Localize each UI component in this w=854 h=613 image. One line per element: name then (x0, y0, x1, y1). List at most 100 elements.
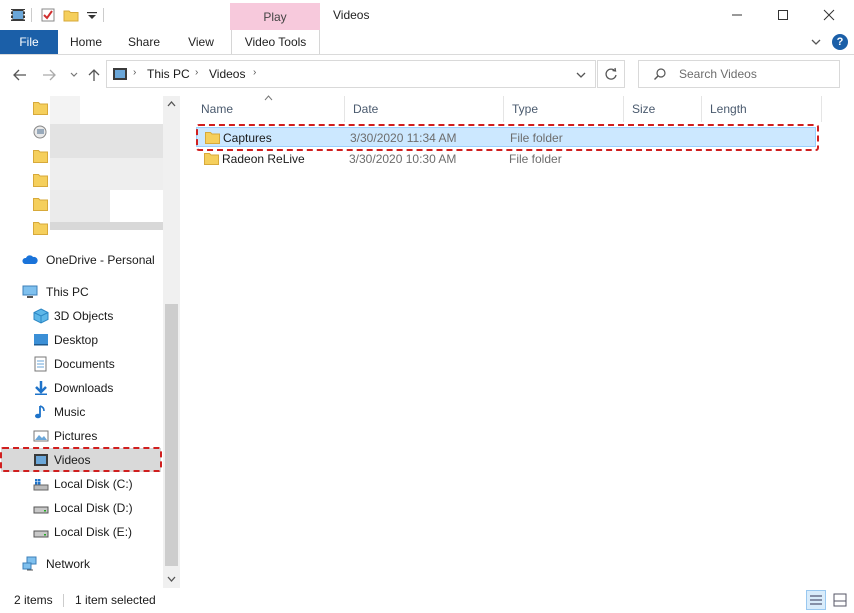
breadcrumb-this-pc[interactable]: This PC (147, 67, 190, 81)
column-header-size[interactable]: Size (624, 96, 702, 122)
arrow-up-icon (88, 69, 100, 81)
folder-icon (204, 153, 219, 165)
address-bar[interactable]: › This PC › Videos › (106, 60, 596, 88)
up-button[interactable] (86, 67, 102, 83)
large-icons-icon (833, 593, 847, 607)
tab-view[interactable]: View (178, 30, 224, 54)
video-folder-icon (11, 9, 25, 21)
cube-icon (33, 308, 49, 324)
nav-item-label: Local Disk (C:) (54, 477, 133, 491)
help-icon[interactable]: ? (832, 34, 848, 50)
arrow-left-icon (13, 69, 26, 81)
folder-icon (33, 150, 48, 163)
close-button[interactable] (806, 0, 852, 30)
redacted-area (50, 190, 110, 222)
column-header-type[interactable]: Type (504, 96, 624, 122)
maximize-icon (778, 10, 788, 20)
nav-item-documents[interactable]: Documents (0, 352, 160, 376)
breadcrumb-videos[interactable]: Videos (209, 67, 245, 81)
nav-item-label: 3D Objects (54, 309, 114, 323)
scrollbar-thumb[interactable] (165, 304, 178, 566)
context-tab-play[interactable]: Play (230, 3, 320, 30)
nav-item-label: OneDrive - Personal (46, 253, 155, 267)
column-header-date[interactable]: Date (345, 96, 504, 122)
redacted-area (50, 158, 165, 190)
highlight-videos (0, 447, 162, 472)
redacted-area (50, 124, 165, 158)
large-icons-view-button[interactable] (830, 590, 850, 610)
video-folder-icon (113, 68, 127, 80)
nav-item-downloads[interactable]: Downloads (0, 376, 160, 400)
drive-icon (33, 506, 49, 514)
tab-video-tools[interactable]: Video Tools (231, 30, 320, 54)
search-input[interactable] (679, 66, 829, 82)
nav-item-label: Desktop (54, 333, 99, 347)
nav-item-pictures[interactable]: Pictures (0, 424, 160, 448)
navigation-pane: OneDrive - Personal This PC 3D Objects D… (0, 96, 180, 588)
refresh-icon (605, 67, 617, 80)
customize-toolbar-icon[interactable] (84, 7, 100, 23)
details-view-button[interactable] (806, 590, 826, 610)
forward-button[interactable] (41, 67, 57, 83)
nav-item-label: Network (46, 557, 91, 571)
scroll-up-icon[interactable] (167, 100, 176, 108)
tab-file[interactable]: File (0, 30, 58, 54)
tab-share[interactable]: Share (120, 30, 168, 54)
chevron-down-icon[interactable] (808, 34, 824, 50)
redacted-area (50, 222, 165, 230)
status-bar: 2 items 1 item selected (0, 588, 854, 613)
details-view-icon (810, 595, 822, 605)
highlight-captures (196, 124, 819, 151)
arrow-right-icon (43, 69, 56, 81)
status-item-count: 2 items (14, 593, 53, 607)
nav-item-onedrive[interactable]: OneDrive - Personal (0, 248, 160, 272)
close-icon (823, 9, 835, 21)
nav-item-network[interactable]: Network (0, 552, 160, 576)
download-icon (35, 381, 47, 395)
nav-item-local-disk-e[interactable]: Local Disk (E:) (0, 520, 160, 544)
nav-item-3d-objects[interactable]: 3D Objects (0, 304, 160, 328)
windows-drive-icon (33, 479, 49, 491)
tab-home[interactable]: Home (62, 30, 110, 54)
search-icon (654, 68, 666, 80)
ribbon-tabs: File Home Share View Video Tools ? (0, 30, 854, 55)
new-folder-icon[interactable] (63, 7, 79, 23)
maximize-button[interactable] (760, 0, 806, 30)
cloud-icon (22, 255, 38, 264)
redacted-area (50, 96, 80, 124)
picture-icon (33, 430, 49, 442)
document-icon (34, 356, 47, 372)
minimize-icon (732, 14, 742, 16)
music-note-icon (35, 405, 45, 419)
status-selection: 1 item selected (75, 593, 156, 607)
drive-icon (33, 530, 49, 538)
file-date: 3/30/2020 10:30 AM (349, 152, 457, 166)
scroll-down-icon[interactable] (167, 575, 176, 583)
table-row[interactable]: Radeon ReLive 3/30/2020 10:30 AM File fo… (196, 149, 816, 169)
title-bar: Play Videos (0, 0, 854, 30)
properties-icon[interactable] (40, 7, 56, 23)
chevron-down-icon[interactable] (575, 69, 587, 81)
breadcrumb-separator-icon: › (195, 67, 199, 78)
nav-item-label: Music (54, 405, 86, 419)
nav-item-local-disk-d[interactable]: Local Disk (D:) (0, 496, 160, 520)
nav-item-this-pc[interactable]: This PC (0, 280, 160, 304)
desktop-icon (34, 334, 48, 346)
folder-icon (33, 198, 48, 211)
nav-item-desktop[interactable]: Desktop (0, 328, 160, 352)
folder-icon (33, 222, 48, 235)
computer-icon (22, 285, 38, 298)
minimize-button[interactable] (714, 0, 760, 30)
nav-item-music[interactable]: Music (0, 400, 160, 424)
recent-locations-button[interactable] (66, 67, 82, 83)
chevron-down-icon (70, 72, 78, 77)
search-box[interactable] (638, 60, 840, 88)
back-button[interactable] (12, 67, 28, 83)
column-header-name[interactable]: Name (193, 96, 345, 122)
refresh-button[interactable] (597, 60, 625, 88)
column-header-length[interactable]: Length (702, 96, 822, 122)
nav-item-local-disk-c[interactable]: Local Disk (C:) (0, 472, 160, 496)
file-type: File folder (509, 152, 562, 166)
nav-item-label: Downloads (54, 381, 114, 395)
nav-item-label: Local Disk (D:) (54, 501, 133, 515)
